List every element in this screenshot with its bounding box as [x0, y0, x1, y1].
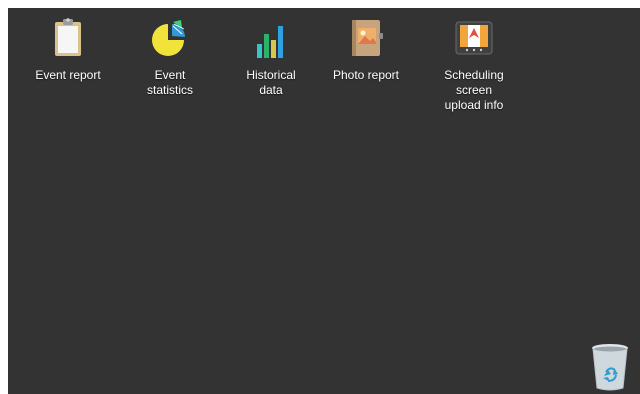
- desktop-icon-label: Event statistics: [146, 68, 193, 97]
- desktop-icon-event-report[interactable]: Event report: [26, 16, 110, 83]
- photo-album-icon: [344, 16, 388, 60]
- clipboard-icon: [46, 16, 90, 60]
- desktop-icon-scheduling-screen-upload-info[interactable]: Scheduling screen upload info: [432, 16, 516, 113]
- desktop-icon-label: Historical data: [246, 68, 296, 97]
- desktop: Event report Event statistics Historical…: [8, 8, 640, 394]
- navigation-screen-icon: [452, 16, 496, 60]
- desktop-icon-label: Event report: [35, 68, 101, 82]
- desktop-icon-label: Photo report: [332, 68, 400, 82]
- pie-chart-icon: [148, 16, 192, 60]
- desktop-icon-historical-data[interactable]: Historical data: [229, 16, 313, 98]
- desktop-icon-photo-report[interactable]: Photo report: [324, 16, 408, 83]
- recycle-bin[interactable]: [588, 342, 632, 392]
- bar-chart-icon: [249, 16, 293, 60]
- recycle-bin-icon: [592, 344, 628, 391]
- desktop-icon-event-statistics[interactable]: Event statistics: [128, 16, 212, 98]
- desktop-icon-label: Scheduling screen upload info: [444, 68, 504, 112]
